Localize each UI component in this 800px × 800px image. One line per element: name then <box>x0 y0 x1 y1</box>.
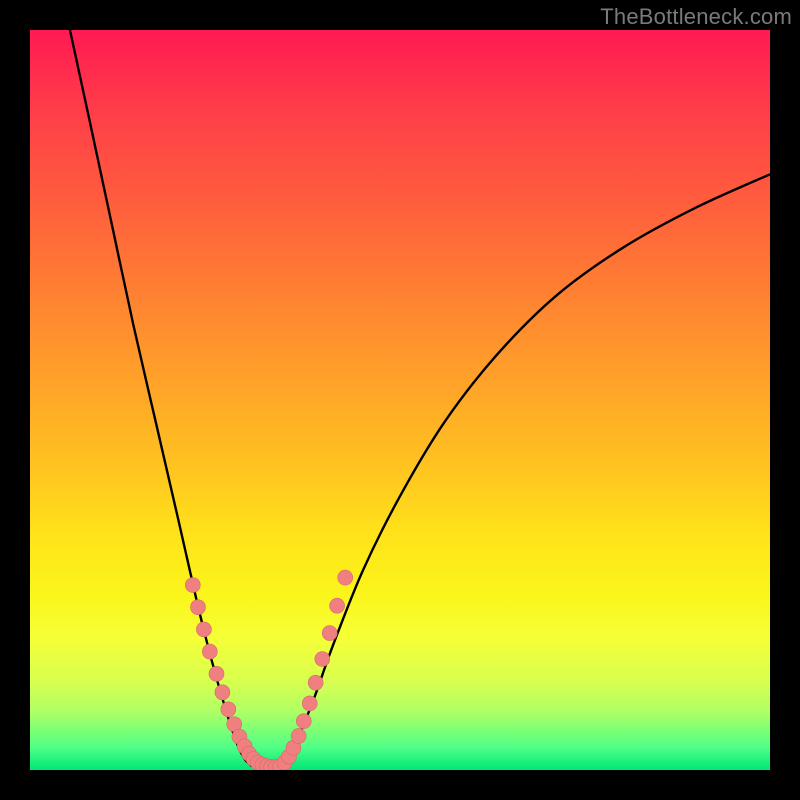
chart-frame: TheBottleneck.com <box>0 0 800 800</box>
data-point <box>302 696 317 711</box>
data-point <box>190 600 205 615</box>
data-point <box>322 626 337 641</box>
plot-area <box>30 30 770 770</box>
chart-svg <box>30 30 770 770</box>
data-point <box>315 652 330 667</box>
data-point <box>185 578 200 593</box>
data-point <box>221 702 236 717</box>
data-point <box>215 685 230 700</box>
scatter-dots <box>185 570 352 770</box>
data-point <box>308 675 323 690</box>
data-point <box>209 666 224 681</box>
curve-right <box>282 174 770 766</box>
data-point <box>296 714 311 729</box>
data-point <box>202 644 217 659</box>
data-point <box>330 598 345 613</box>
data-point <box>291 728 306 743</box>
data-point <box>196 622 211 637</box>
watermark-text: TheBottleneck.com <box>600 4 792 30</box>
curve-left <box>70 30 252 766</box>
data-point <box>338 570 353 585</box>
